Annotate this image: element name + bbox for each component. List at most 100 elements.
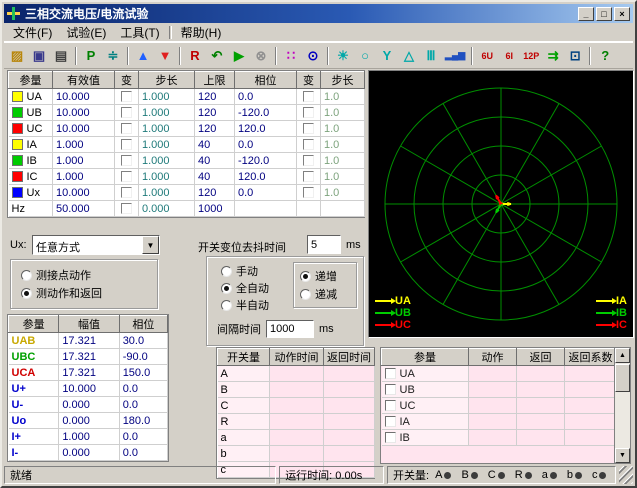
phase-adjust-button[interactable]: ≑ [102, 44, 124, 67]
rms-cell[interactable]: 10.000 [53, 89, 115, 105]
rms-cell[interactable]: 1.000 [53, 153, 115, 169]
phase-cell[interactable]: 120.0 [235, 121, 297, 137]
phase-vary-cell[interactable] [297, 169, 321, 185]
phase-vary-checkbox[interactable] [303, 171, 314, 182]
phase-vary-cell[interactable] [297, 185, 321, 201]
contact-option-测接点动作[interactable]: 测接点动作 [21, 268, 147, 282]
phase-vary-cell[interactable] [297, 105, 321, 121]
phase-vary-cell[interactable] [297, 89, 321, 105]
step-cell[interactable]: 1.000 [139, 153, 195, 169]
phase-step-cell[interactable]: 1.0 [321, 105, 365, 121]
chevron-down-icon[interactable]: ▼ [142, 236, 159, 254]
circle-button[interactable]: ○ [354, 44, 376, 67]
lower-button[interactable]: ▼ [154, 44, 176, 67]
direction-option-radio[interactable] [300, 289, 311, 300]
mode-option-radio[interactable] [221, 300, 232, 311]
param-checkbox[interactable] [385, 400, 396, 411]
phase-step-cell[interactable]: 1.0 [321, 169, 365, 185]
phase-vary-checkbox[interactable] [303, 139, 314, 150]
vary-checkbox[interactable] [121, 139, 132, 150]
rms-cell[interactable]: 10.000 [53, 105, 115, 121]
scroll-down-icon[interactable]: ▼ [615, 448, 630, 463]
vary-cell[interactable] [115, 137, 139, 153]
rms-cell[interactable]: 1.000 [53, 137, 115, 153]
phase-vary-checkbox[interactable] [303, 123, 314, 134]
raise-button[interactable]: ▲ [132, 44, 154, 67]
phase-vary-checkbox[interactable] [303, 107, 314, 118]
delta-button[interactable]: △ [398, 44, 420, 67]
scrollbar[interactable]: ▲ ▼ [614, 348, 630, 463]
twelve-p-button[interactable]: 12P [520, 44, 542, 67]
wye-button[interactable]: Y [376, 44, 398, 67]
scrollbar-thumb[interactable] [615, 364, 630, 392]
mode-option-半自动[interactable]: 半自动 [221, 298, 269, 312]
phase-step-cell[interactable]: 1.0 [321, 153, 365, 169]
close-button[interactable]: × [614, 7, 630, 21]
sequence-button[interactable]: ⇉ [542, 44, 564, 67]
step-cell[interactable]: 1.000 [139, 121, 195, 137]
direction-option-递增[interactable]: 递增 [300, 269, 350, 283]
six-i-button[interactable]: 6I [498, 44, 520, 67]
rms-cell[interactable]: 10.000 [53, 121, 115, 137]
phase-vary-checkbox[interactable] [303, 155, 314, 166]
vary-checkbox[interactable] [121, 171, 132, 182]
undo-button[interactable]: ↶ [206, 44, 228, 67]
stop-button[interactable]: ⊗ [250, 44, 272, 67]
limit-cell[interactable]: 120 [195, 185, 235, 201]
menu-item-help[interactable]: 帮助(H) [174, 22, 229, 43]
phase-step-cell[interactable]: 1.0 [321, 89, 365, 105]
parallel-button[interactable]: Ⅲ [420, 44, 442, 67]
contact-option-radio[interactable] [21, 288, 32, 299]
save-button[interactable]: ▣ [28, 44, 50, 67]
phase-vary-checkbox[interactable] [303, 187, 314, 198]
param-checkbox[interactable] [385, 416, 396, 427]
vary-checkbox[interactable] [121, 187, 132, 198]
vary-checkbox[interactable] [121, 123, 132, 134]
limit-cell[interactable]: 40 [195, 169, 235, 185]
monitor-button[interactable]: ⊡ [564, 44, 586, 67]
menu-item-test[interactable]: 试验(E) [59, 22, 113, 43]
vary-cell[interactable] [115, 153, 139, 169]
resize-grip[interactable] [619, 466, 633, 484]
phase-vary-cell[interactable] [297, 153, 321, 169]
mode-option-手动[interactable]: 手动 [221, 264, 269, 278]
contact-option-radio[interactable] [21, 270, 32, 281]
waveform-button[interactable]: ▂▄▆ [442, 44, 468, 67]
phase-cell[interactable]: -120.0 [235, 105, 297, 121]
limit-cell[interactable]: 120 [195, 121, 235, 137]
phase-vary-cell[interactable] [297, 121, 321, 137]
step-cell[interactable]: 1.000 [139, 89, 195, 105]
run-button[interactable]: ▶ [228, 44, 250, 67]
step-cell[interactable]: 0.000 [139, 201, 195, 217]
mode-option-radio[interactable] [221, 266, 232, 277]
print-button[interactable]: ▤ [50, 44, 72, 67]
scroll-up-icon[interactable]: ▲ [615, 348, 630, 363]
phase-cell[interactable]: 0.0 [235, 89, 297, 105]
help-button[interactable]: ? [594, 44, 616, 67]
limit-cell[interactable]: 120 [195, 89, 235, 105]
phase-cell[interactable] [235, 201, 297, 217]
phase-cell[interactable]: -120.0 [235, 153, 297, 169]
mode-option-radio[interactable] [221, 283, 232, 294]
step-cell[interactable]: 1.000 [139, 169, 195, 185]
vary-cell[interactable] [115, 89, 139, 105]
phase-cell[interactable]: 0.0 [235, 137, 297, 153]
step-cell[interactable]: 1.000 [139, 105, 195, 121]
debounce-input[interactable] [307, 235, 341, 254]
ux-mode-select[interactable]: 任意方式 ▼ [32, 235, 160, 255]
ir-button[interactable]: R [184, 44, 206, 67]
vary-cell[interactable] [115, 201, 139, 217]
interval-input[interactable] [266, 320, 314, 338]
limit-cell[interactable]: 120 [195, 105, 235, 121]
maximize-button[interactable]: □ [596, 7, 612, 21]
flash-button[interactable]: ☀ [332, 44, 354, 67]
direction-option-递减[interactable]: 递减 [300, 287, 350, 301]
menu-item-file[interactable]: 文件(F) [6, 22, 59, 43]
menu-item-tools[interactable]: 工具(T) [113, 22, 166, 43]
step-cell[interactable]: 1.000 [139, 185, 195, 201]
limit-cell[interactable]: 40 [195, 153, 235, 169]
phase-step-cell[interactable]: 1.0 [321, 185, 365, 201]
vary-checkbox[interactable] [121, 203, 132, 214]
output-params-button[interactable]: P [80, 44, 102, 67]
vary-cell[interactable] [115, 185, 139, 201]
